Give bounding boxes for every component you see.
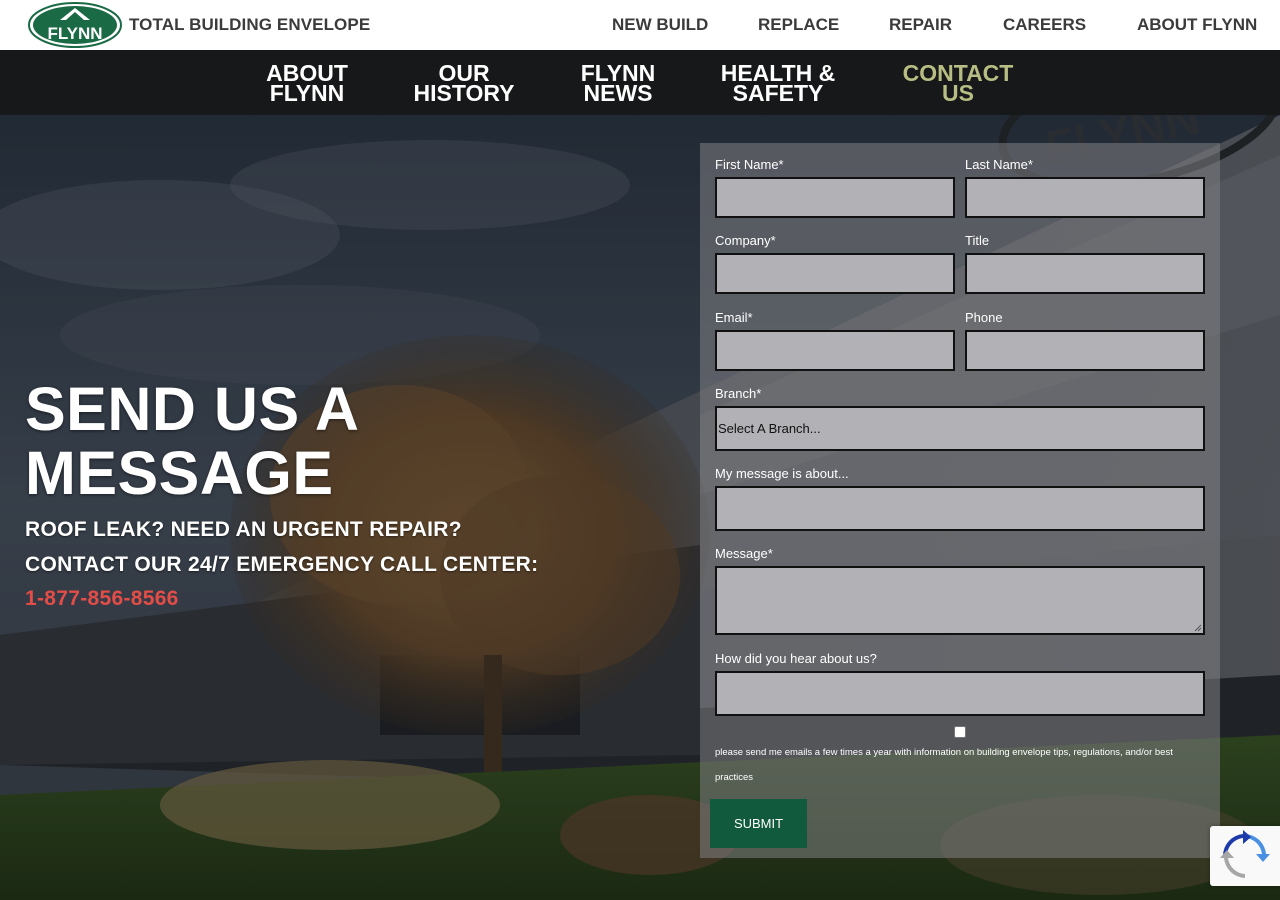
subnav-contact-us[interactable]: CONTACT US (893, 62, 1023, 106)
subnav-label-line2: FLYNN (269, 80, 345, 106)
message-label: Message* (715, 546, 773, 561)
recaptcha-badge[interactable] (1210, 826, 1280, 886)
about-subnav: ABOUT FLYNN OUR HISTORY FLYNN NEWS HEALT… (0, 50, 1280, 115)
subnav-health-safety[interactable]: HEALTH & SAFETY (713, 62, 843, 106)
subnav-label-line2: SAFETY (732, 80, 824, 106)
resize-grip-icon[interactable] (1194, 624, 1202, 632)
email-field[interactable] (715, 330, 955, 371)
nav-careers[interactable]: CAREERS (1003, 15, 1086, 35)
last-name-field[interactable] (965, 177, 1205, 218)
hero-title-line2: MESSAGE (25, 439, 334, 507)
heard-about-label: How did you hear about us? (715, 651, 877, 666)
title-label: Title (965, 233, 990, 248)
hero-call-center-text: CONTACT OUR 24/7 EMERGENCY CALL CENTER: (25, 553, 539, 576)
subnav-label-line2: HISTORY (413, 80, 515, 106)
branch-selected-value: Select A Branch... (718, 421, 821, 436)
first-name-field[interactable] (715, 177, 955, 218)
emergency-phone-link[interactable]: 1-877-856-8566 (25, 587, 179, 611)
site-header: FLYNN TOTAL BUILDING ENVELOPE NEW BUILD … (0, 0, 1280, 50)
nav-about-flynn[interactable]: ABOUT FLYNN (1137, 15, 1257, 35)
branch-select[interactable]: Select A Branch... (715, 406, 1205, 451)
subnav-label-line2: NEWS (583, 80, 653, 106)
subnav-about-flynn[interactable]: ABOUT FLYNN (242, 62, 372, 106)
phone-label: Phone (965, 310, 1003, 325)
subnav-our-history[interactable]: OUR HISTORY (399, 62, 529, 106)
nav-repair[interactable]: REPAIR (889, 15, 952, 35)
email-label: Email* (715, 310, 753, 325)
company-field[interactable] (715, 253, 955, 294)
title-field[interactable] (965, 253, 1205, 294)
message-about-label: My message is about... (715, 466, 849, 481)
hero-urgent-repair-text: ROOF LEAK? NEED AN URGENT REPAIR? (25, 518, 462, 541)
phone-field[interactable] (965, 330, 1205, 371)
hero-title: SEND US A MESSAGE (25, 377, 359, 505)
subnav-label-line2: US (942, 80, 974, 106)
email-consent-text: please send me emails a few times a year… (715, 747, 1173, 783)
first-name-label: First Name* (715, 157, 784, 172)
message-about-field[interactable] (715, 486, 1205, 531)
recaptcha-icon (1220, 830, 1270, 878)
email-consent-checkbox[interactable] (954, 726, 966, 738)
logo-text: FLYNN (47, 24, 102, 43)
nav-new-build[interactable]: NEW BUILD (612, 15, 708, 35)
heard-about-field[interactable] (715, 671, 1205, 716)
nav-replace[interactable]: REPLACE (758, 15, 839, 35)
message-textarea[interactable] (715, 566, 1205, 635)
branch-label: Branch* (715, 386, 762, 401)
last-name-label: Last Name* (965, 157, 1033, 172)
submit-button[interactable]: SUBMIT (710, 799, 807, 848)
subnav-flynn-news[interactable]: FLYNN NEWS (553, 62, 683, 106)
company-label: Company* (715, 233, 776, 248)
hero-title-line1: SEND US A (25, 375, 360, 443)
flynn-logo[interactable]: FLYNN (28, 2, 123, 48)
brand-tagline: TOTAL BUILDING ENVELOPE (129, 15, 371, 34)
